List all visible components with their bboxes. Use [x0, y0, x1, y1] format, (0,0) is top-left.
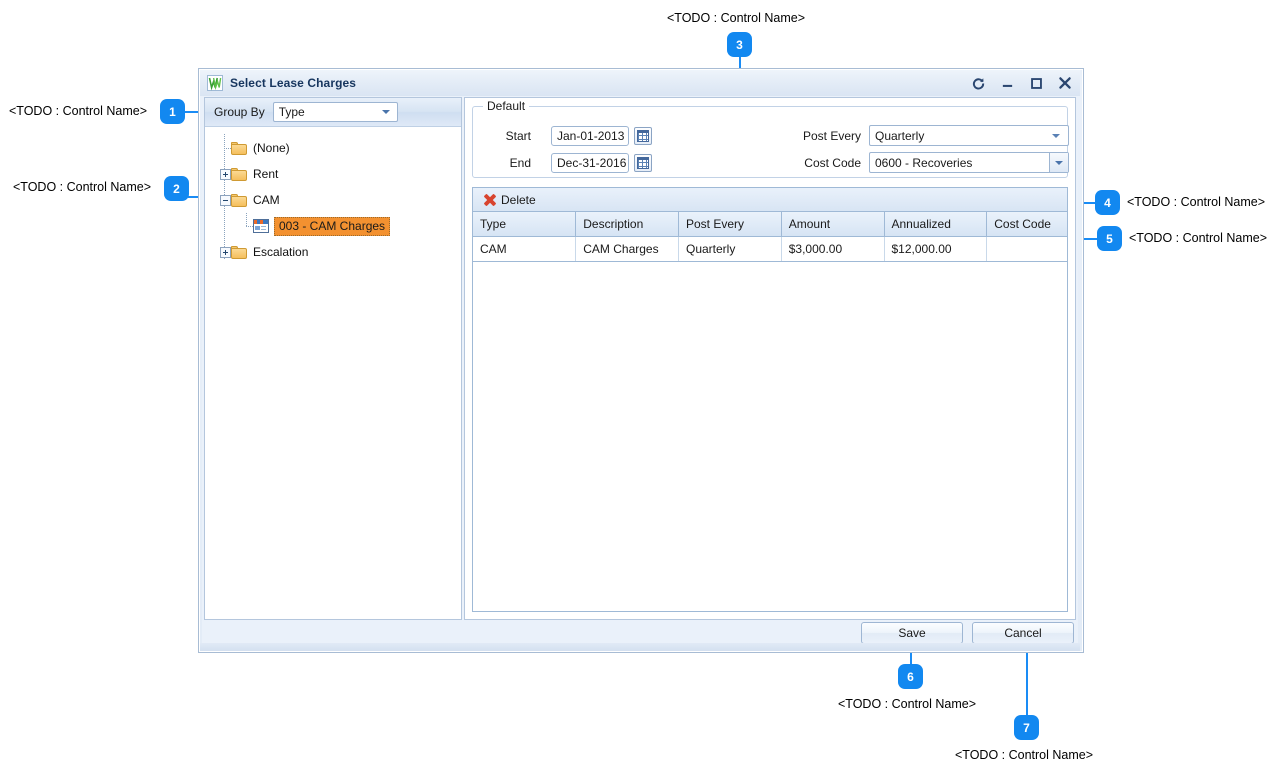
table-header-row: Type Description Post Every Amount Annua…: [473, 212, 1067, 237]
save-button-label: Save: [898, 626, 926, 640]
tree-child-line: [246, 213, 247, 227]
charge-detail-panel: Default Start Jan-01-2013 End Dec-31-201…: [464, 97, 1076, 620]
cancel-button-label: Cancel: [1004, 626, 1042, 640]
end-date-value: Dec-31-2016: [557, 156, 627, 170]
tree-item-label: CAM: [253, 193, 280, 207]
chevron-down-icon: [1052, 133, 1060, 138]
callout-badge-1: 1: [160, 99, 185, 124]
column-header-type[interactable]: Type: [473, 212, 577, 237]
tree-item-rent[interactable]: Rent: [205, 161, 461, 187]
lease-charges-tree-panel: Group By Type (None) Rent CAM 003 - CAM …: [204, 97, 462, 620]
post-every-dropdown[interactable]: Quarterly: [869, 125, 1069, 146]
column-header-amount[interactable]: Amount: [781, 212, 885, 237]
tree-branch-line: [246, 226, 253, 227]
folder-icon: [231, 141, 247, 155]
cell-type: CAM: [473, 236, 577, 262]
cell-annualized: $12,000.00: [884, 236, 988, 262]
start-date-row: Start Jan-01-2013: [485, 126, 652, 146]
column-header-cost-code[interactable]: Cost Code: [986, 212, 1067, 237]
select-lease-charges-window: Select Lease Charges Group By Type (None…: [198, 68, 1084, 653]
charges-tree[interactable]: (None) Rent CAM 003 - CAM Charges Escala…: [205, 128, 461, 619]
table-row[interactable]: CAM CAM Charges Quarterly $3,000.00 $12,…: [473, 236, 1067, 262]
cell-post-every: Quarterly: [678, 236, 782, 262]
dropdown-button[interactable]: [1049, 153, 1068, 172]
window-title: Select Lease Charges: [230, 76, 357, 90]
column-header-annualized[interactable]: Annualized: [884, 212, 988, 237]
save-button[interactable]: Save: [861, 622, 963, 644]
callout-label-6: <TODO : Control Name>: [838, 697, 977, 711]
start-label: Start: [505, 129, 531, 143]
calendar-icon[interactable]: [634, 154, 652, 172]
window-bottom-strip: [200, 643, 1080, 651]
cost-code-value: 0600 - Recoveries: [875, 155, 973, 170]
start-date-field[interactable]: Jan-01-2013: [551, 126, 629, 146]
cancel-button[interactable]: Cancel: [972, 622, 1074, 644]
default-group-box: Default Start Jan-01-2013 End Dec-31-201…: [472, 99, 1069, 178]
maximize-icon[interactable]: [1027, 74, 1045, 92]
grid-toolbar: Delete: [473, 188, 1067, 212]
tree-item-label: Escalation: [253, 245, 309, 259]
chevron-down-icon: [1055, 160, 1063, 165]
folder-icon: [231, 193, 247, 207]
window-client-area: Group By Type (None) Rent CAM 003 - CAM …: [202, 97, 1078, 648]
cell-amount: $3,000.00: [781, 236, 885, 262]
callout-badge-4: 4: [1095, 190, 1120, 215]
tree-item-cam-charges[interactable]: 003 - CAM Charges: [205, 213, 461, 239]
w-logo-icon: [207, 75, 223, 91]
tree-item-escalation[interactable]: Escalation: [205, 239, 461, 265]
post-every-label: Post Every: [802, 128, 861, 143]
cell-description: CAM Charges: [575, 236, 679, 262]
folder-icon: [231, 167, 247, 181]
cost-code-label: Cost Code: [804, 155, 861, 170]
window-title-bar[interactable]: Select Lease Charges: [200, 70, 1080, 96]
post-every-row: Post Every Quarterly: [798, 125, 1069, 146]
close-icon[interactable]: [1056, 74, 1074, 92]
document-icon: [253, 219, 269, 233]
group-by-label: Group By: [214, 105, 265, 119]
cell-cost-code: [986, 236, 1067, 262]
red-x-icon: [483, 193, 496, 206]
callout-label-5: <TODO : Control Name>: [1129, 231, 1268, 245]
callout-badge-6: 6: [898, 664, 923, 689]
charges-table: Type Description Post Every Amount Annua…: [473, 212, 1067, 262]
tree-item-label: Rent: [253, 167, 279, 181]
group-by-dropdown[interactable]: Type: [272, 102, 398, 122]
tree-item-none[interactable]: (None): [205, 135, 461, 161]
tree-item-label-selected: 003 - CAM Charges: [274, 216, 391, 236]
column-header-description[interactable]: Description: [575, 212, 679, 237]
cost-code-dropdown[interactable]: 0600 - Recoveries: [869, 152, 1069, 173]
callout-label-3: <TODO : Control Name>: [667, 11, 806, 25]
group-by-value: Type: [278, 105, 305, 119]
callout-badge-5: 5: [1097, 226, 1122, 251]
delete-button[interactable]: Delete: [501, 193, 536, 207]
post-every-value: Quarterly: [875, 128, 925, 143]
default-group-title: Default: [483, 99, 530, 113]
refresh-icon[interactable]: [969, 74, 987, 92]
callout-label-4: <TODO : Control Name>: [1127, 195, 1266, 209]
cost-code-row: Cost Code 0600 - Recoveries: [798, 152, 1069, 173]
start-date-value: Jan-01-2013: [557, 129, 625, 143]
callout-label-1: <TODO : Control Name>: [9, 104, 148, 118]
callout-label-7: <TODO : Control Name>: [955, 748, 1094, 762]
tree-item-cam[interactable]: CAM: [205, 187, 461, 213]
minimize-icon[interactable]: [998, 74, 1016, 92]
tree-branch-line: [224, 148, 231, 149]
tree-item-label: (None): [253, 141, 290, 155]
folder-icon: [231, 245, 247, 259]
column-header-post-every[interactable]: Post Every: [678, 212, 782, 237]
callout-badge-7: 7: [1014, 715, 1039, 740]
callout-label-2: <TODO : Control Name>: [13, 180, 152, 194]
callout-badge-2: 2: [164, 176, 189, 201]
charges-grid: Delete Type Description Post Every Amoun…: [472, 187, 1068, 612]
end-label: End: [509, 156, 531, 170]
end-date-row: End Dec-31-2016: [485, 153, 652, 173]
group-by-bar: Group By Type: [205, 98, 461, 127]
chevron-down-icon: [381, 110, 390, 114]
window-controls: [969, 74, 1074, 92]
callout-badge-3: 3: [727, 32, 752, 57]
calendar-icon[interactable]: [634, 127, 652, 145]
end-date-field[interactable]: Dec-31-2016: [551, 153, 629, 173]
